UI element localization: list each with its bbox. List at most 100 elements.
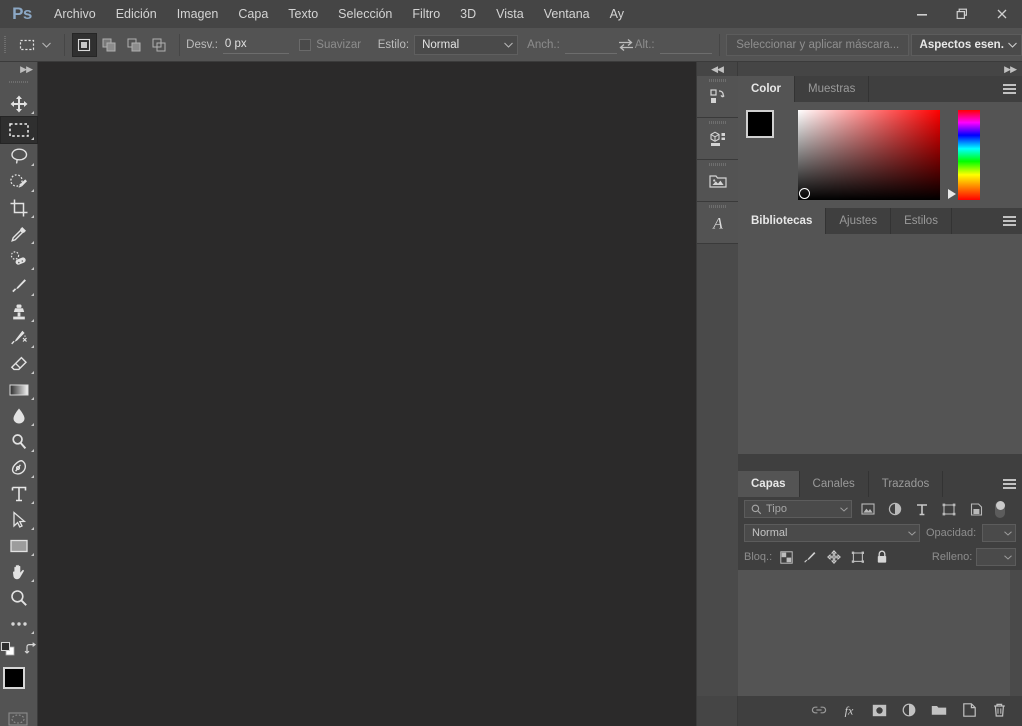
layer-style-button[interactable]: fx (840, 700, 858, 720)
type-tool[interactable] (1, 481, 37, 507)
dock-expand-button[interactable]: ◀◀ (697, 62, 737, 76)
menu-ventana[interactable]: Ventana (534, 0, 600, 28)
tab-ajustes[interactable]: Ajustes (826, 208, 892, 234)
new-selection-button[interactable] (71, 32, 97, 57)
menu-texto[interactable]: Texto (278, 0, 328, 28)
tab-capas[interactable]: Capas (738, 471, 800, 497)
filter-smart-object-layers-icon[interactable] (965, 500, 987, 519)
blur-tool[interactable] (1, 403, 37, 429)
quick-mask-icon[interactable] (0, 707, 36, 726)
filter-shape-layers-icon[interactable] (938, 500, 960, 519)
panel-menu-icon[interactable] (996, 471, 1022, 497)
menu-filtro[interactable]: Filtro (402, 0, 450, 28)
color-panel-foreground-swatch[interactable] (746, 110, 774, 138)
filter-pixel-layers-icon[interactable] (857, 500, 879, 519)
restore-icon[interactable] (942, 0, 982, 28)
delete-layer-button[interactable] (990, 700, 1008, 720)
menu-ayuda[interactable]: Ay (600, 0, 634, 28)
history-panel-icon[interactable] (697, 76, 739, 118)
style-select[interactable]: Normal (414, 34, 519, 55)
3d-panel-icon[interactable] (697, 118, 739, 160)
clone-stamp-tool[interactable] (1, 299, 37, 325)
tab-bibliotecas[interactable]: Bibliotecas (738, 208, 827, 234)
menu-3d[interactable]: 3D (450, 0, 486, 28)
fill-input[interactable] (976, 548, 1016, 566)
menu-archivo[interactable]: Archivo (44, 0, 106, 28)
rectangle-tool[interactable] (1, 533, 37, 559)
healing-brush-tool[interactable] (1, 247, 37, 273)
close-icon[interactable] (982, 0, 1022, 28)
panel-menu-icon[interactable] (996, 208, 1022, 234)
lasso-tool[interactable] (1, 143, 37, 169)
tab-canales[interactable]: Canales (799, 471, 869, 497)
layers-list[interactable] (738, 570, 1022, 696)
width-input[interactable] (564, 35, 617, 54)
menu-capa[interactable]: Capa (228, 0, 278, 28)
character-panel-icon[interactable]: A (697, 202, 739, 244)
antialias-checkbox[interactable] (299, 38, 312, 51)
layer-mask-button[interactable] (870, 700, 888, 720)
rectangular-marquee-tool[interactable] (0, 116, 38, 144)
canvas-workspace[interactable] (38, 62, 696, 726)
menu-vista[interactable]: Vista (486, 0, 534, 28)
lock-artboard-nesting-icon[interactable] (848, 548, 868, 567)
layers-scrollbar[interactable] (1010, 570, 1022, 696)
history-brush-tool[interactable] (1, 325, 37, 351)
lock-all-icon[interactable] (872, 548, 892, 567)
libraries-panel-icon[interactable] (697, 160, 739, 202)
panels-collapse-button[interactable]: ▶▶ (738, 62, 1022, 76)
new-fill-adjustment-button[interactable] (900, 700, 918, 720)
path-selection-tool[interactable] (1, 507, 37, 533)
tab-trazados[interactable]: Trazados (868, 471, 944, 497)
lock-position-icon[interactable] (824, 548, 844, 567)
eraser-tool[interactable] (1, 351, 37, 377)
panel-grip[interactable] (709, 163, 727, 166)
brush-tool[interactable] (1, 273, 37, 299)
options-bar-grip[interactable] (2, 34, 8, 56)
new-layer-button[interactable] (960, 700, 978, 720)
workspace-switcher[interactable]: Aspectos esen. (910, 33, 1022, 56)
eyedropper-tool[interactable] (1, 221, 37, 247)
opacity-input[interactable] (982, 524, 1016, 542)
feather-input[interactable] (222, 35, 289, 54)
hue-slider[interactable] (948, 110, 980, 200)
menu-imagen[interactable]: Imagen (167, 0, 229, 28)
panel-grip[interactable] (709, 79, 727, 82)
menu-edicion[interactable]: Edición (106, 0, 167, 28)
swap-colors-icon[interactable] (24, 641, 38, 661)
height-input[interactable] (659, 35, 712, 54)
gradient-tool[interactable] (1, 377, 37, 403)
dodge-tool[interactable] (1, 429, 37, 455)
panel-grip[interactable] (709, 205, 727, 208)
filter-enable-toggle[interactable] (994, 500, 1006, 519)
pen-tool[interactable] (1, 455, 37, 481)
menu-seleccion[interactable]: Selección (328, 0, 402, 28)
crop-tool[interactable] (1, 195, 37, 221)
add-to-selection-button[interactable] (97, 33, 122, 57)
minimize-icon[interactable] (902, 0, 942, 28)
color-field[interactable] (798, 110, 940, 200)
foreground-color-swatch[interactable] (2, 667, 25, 689)
swap-dimensions-icon[interactable] (617, 34, 635, 56)
subtract-from-selection-button[interactable] (122, 33, 147, 57)
tool-preset-picker[interactable] (11, 32, 57, 58)
blend-mode-select[interactable]: Normal (744, 524, 920, 542)
select-and-mask-button[interactable]: Seleccionar y aplicar máscara... (726, 33, 910, 56)
filter-type-layers-icon[interactable] (911, 500, 933, 519)
move-tool[interactable] (1, 91, 37, 117)
intersect-selection-button[interactable] (147, 33, 172, 57)
zoom-tool[interactable] (1, 585, 37, 611)
hand-tool[interactable] (1, 559, 37, 585)
antialias-checkbox-group[interactable]: Suavizar (299, 38, 366, 51)
layer-filter-type-select[interactable]: Tipo (744, 500, 852, 518)
tab-muestras[interactable]: Muestras (795, 76, 870, 102)
lock-image-pixels-icon[interactable] (800, 548, 820, 567)
tab-estilos[interactable]: Estilos (891, 208, 952, 234)
toolbar-collapse-button[interactable]: ▶▶ (0, 62, 37, 76)
panel-menu-icon[interactable] (996, 76, 1022, 102)
default-colors-icon[interactable] (0, 641, 16, 662)
quick-selection-tool[interactable] (1, 169, 37, 195)
filter-adjustment-layers-icon[interactable] (884, 500, 906, 519)
panel-grip[interactable] (709, 121, 727, 124)
link-layers-button[interactable] (810, 700, 828, 720)
